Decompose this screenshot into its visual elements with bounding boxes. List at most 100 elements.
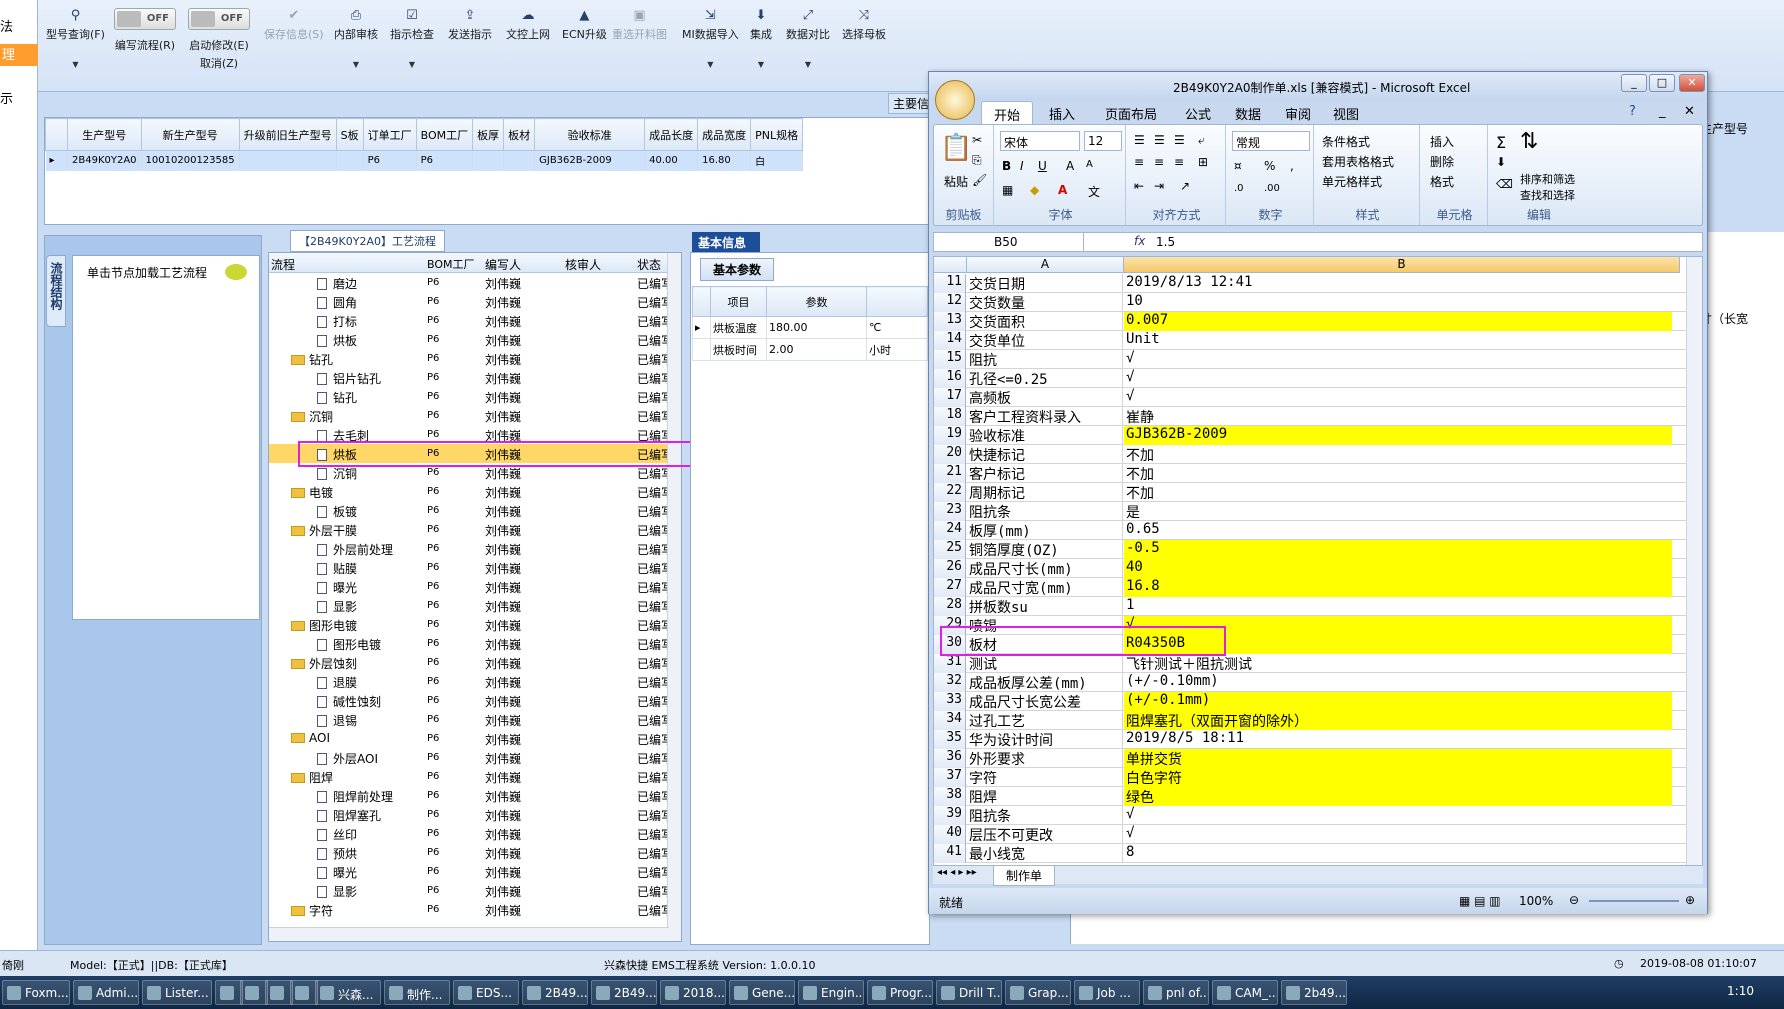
sheet-row[interactable]: 32 成品板厚公差(mm) (+/-0.10mm) <box>934 673 1694 692</box>
cell-a[interactable]: 外形要求 <box>967 749 1123 768</box>
tree-row[interactable]: 贴膜 P6 刘伟巍 已编写 <box>269 558 673 577</box>
insert-cells-button[interactable]: 插入 <box>1430 133 1454 150</box>
cell-a[interactable]: 阻抗条 <box>967 806 1123 825</box>
font-size-select[interactable]: 12 <box>1084 131 1122 151</box>
name-box[interactable]: B50 <box>934 233 1084 251</box>
sort-icon[interactable]: ⇅ <box>1520 129 1538 154</box>
tree-node[interactable]: 板镀 <box>317 503 357 520</box>
underline-button[interactable]: U <box>1038 159 1047 173</box>
chevron-down-icon[interactable]: ▼ <box>786 60 830 69</box>
integrate-button[interactable]: ⬇ 集成 ▼ <box>750 8 772 69</box>
row-number[interactable]: 17 <box>934 388 966 407</box>
cell-a[interactable]: 测试 <box>967 654 1123 673</box>
taskbar-button[interactable]: Engin... <box>798 980 864 1005</box>
cell-b[interactable]: 2019/8/5 18:11 <box>1124 730 1672 749</box>
tab-basic-info[interactable]: 基本信息 <box>692 232 760 252</box>
taskbar-button[interactable]: Drill T... <box>936 980 1002 1005</box>
cell-b[interactable]: √ <box>1124 388 1672 407</box>
send-instruction-button[interactable]: ⇪ 发送指示 <box>448 8 492 42</box>
row-number[interactable]: 20 <box>934 445 966 464</box>
cancel-button[interactable]: 取消(Z) <box>200 55 238 71</box>
row-number[interactable]: 34 <box>934 711 966 730</box>
table-row[interactable]: ▸ 2B49K0Y2A0 10010200123585 P6 P6 GJB362… <box>45 150 804 171</box>
format-painter-icon[interactable]: 🖌 <box>972 173 987 187</box>
tab-page-layout[interactable]: 页面布局 <box>1105 104 1157 123</box>
taskbar-button[interactable]: EDS... <box>453 980 519 1005</box>
cell-b[interactable]: 崔静 <box>1124 407 1672 426</box>
taskbar-button[interactable] <box>240 980 268 1005</box>
grid-header[interactable]: 验收标准 <box>534 118 646 151</box>
tree-row[interactable]: 显影 P6 刘伟巍 已编写 <box>269 881 673 900</box>
cell-b[interactable]: 不加 <box>1124 464 1672 483</box>
row-number[interactable]: 24 <box>934 521 966 540</box>
align-left-icon[interactable]: ≡ <box>1134 155 1144 169</box>
cell-b[interactable]: 飞针测试＋阻抗测试 <box>1124 654 1672 673</box>
phonetic-icon[interactable]: 文 <box>1088 183 1100 200</box>
ribbon-min-icon[interactable]: _ <box>1659 104 1666 119</box>
tree-node[interactable]: 圆角 <box>317 294 357 311</box>
mi-data-import-button[interactable]: ⇲ MI数据导入 ▼ <box>682 8 739 69</box>
table-row[interactable]: ▸ 烘板温度 180.00 ℃ <box>692 316 928 339</box>
cell-a[interactable]: 客户标记 <box>967 464 1123 483</box>
param-col-header[interactable] <box>866 286 928 317</box>
tree-row[interactable]: 圆角 P6 刘伟巍 已编写 <box>269 292 673 311</box>
tree-row[interactable]: 丝印 P6 刘伟巍 已编写 <box>269 824 673 843</box>
cell-b[interactable]: 绿色 <box>1124 787 1672 806</box>
left-nav-item-selected[interactable]: 理 <box>0 44 38 66</box>
taskbar-button[interactable]: 2B49... <box>522 980 588 1005</box>
cell-b[interactable]: 0.007 <box>1124 312 1672 331</box>
off-toggle[interactable]: OFF <box>188 8 250 30</box>
param-col-header[interactable]: 参数 <box>766 286 867 317</box>
tree-row[interactable]: 曝光 P6 刘伟巍 已编写 <box>269 862 673 881</box>
taskbar-button[interactable]: Gene... <box>729 980 795 1005</box>
taskbar-button[interactable]: 2018... <box>660 980 726 1005</box>
sheet-row[interactable]: 14 交货单位 Unit <box>934 331 1694 350</box>
align-right-icon[interactable]: ≡ <box>1174 155 1184 169</box>
sheet-row[interactable]: 35 华为设计时间 2019/8/5 18:11 <box>934 730 1694 749</box>
cell-b[interactable]: 8 <box>1124 844 1672 863</box>
sheet-row[interactable]: 21 客户标记 不加 <box>934 464 1694 483</box>
font-color-icon[interactable]: A <box>1058 183 1067 197</box>
sheet-vertical-scrollbar[interactable] <box>1686 257 1702 865</box>
grid-header[interactable]: 升级前旧生产型号 <box>238 118 337 151</box>
cut-icon[interactable]: ✂ <box>972 133 982 147</box>
row-number[interactable]: 19 <box>934 426 966 445</box>
tree-row[interactable]: 沉铜 P6 刘伟巍 已编写 <box>269 406 673 425</box>
taskbar-clock[interactable]: 1:10 <box>1727 984 1754 998</box>
sheet-row[interactable]: 33 成品尺寸长宽公差 (+/-0.1mm) <box>934 692 1694 711</box>
cell-b[interactable]: 16.8 <box>1124 578 1672 597</box>
tree-row[interactable]: 字符 P6 刘伟巍 已编写 <box>269 900 673 919</box>
chat-bubble-icon[interactable] <box>225 264 247 280</box>
row-number[interactable]: 39 <box>934 806 966 825</box>
cell-a[interactable]: 阻焊 <box>967 787 1123 806</box>
tree-node[interactable]: 阻焊塞孔 <box>317 807 381 824</box>
font-name-select[interactable]: 宋体 <box>1000 131 1080 151</box>
wrap-text-icon[interactable]: ⤶ <box>1198 133 1205 148</box>
cell-b[interactable]: √ <box>1124 350 1672 369</box>
align-bottom-icon[interactable]: ☰ <box>1174 133 1185 147</box>
sheet-row[interactable]: 18 客户工程资料录入 崔静 <box>934 407 1694 426</box>
tree-node[interactable]: 退锡 <box>317 712 357 729</box>
tree-horizontal-scrollbar[interactable] <box>269 927 669 941</box>
tree-row[interactable]: 烘板 P6 刘伟巍 已编写 <box>269 330 673 349</box>
merge-icon[interactable]: ⊞ <box>1198 155 1208 169</box>
view-buttons[interactable]: ▦ ▤ ▥ <box>1459 894 1501 908</box>
taskbar-button[interactable]: Grap... <box>1005 980 1071 1005</box>
cell-a[interactable]: 拼板数su <box>967 597 1123 616</box>
tree-row[interactable]: 电镀 P6 刘伟巍 已编写 <box>269 482 673 501</box>
help-icon[interactable]: ? <box>1629 104 1636 119</box>
cell-a[interactable]: 客户工程资料录入 <box>967 407 1123 426</box>
cell-b[interactable]: (+/-0.10mm) <box>1124 673 1672 692</box>
flow-structure-tab[interactable]: 流程结构 <box>46 255 66 327</box>
cell-a[interactable]: 成品板厚公差(mm) <box>967 673 1123 692</box>
grid-header[interactable]: PNL规格 <box>750 118 804 151</box>
cell-b[interactable]: 2019/8/13 12:41 <box>1124 274 1672 293</box>
internal-review-button[interactable]: ⎙ 内部审核 ▼ <box>334 8 378 69</box>
start-modify-toggle[interactable]: OFF 启动修改(E) 取消(Z) <box>188 8 250 71</box>
sheet-row[interactable]: 41 最小线宽 8 <box>934 844 1694 863</box>
cell-a[interactable]: 最小线宽 <box>967 844 1123 863</box>
row-number[interactable]: 25 <box>934 540 966 559</box>
taskbar-button[interactable]: Progr... <box>867 980 933 1005</box>
row-number[interactable]: 18 <box>934 407 966 426</box>
chevron-down-icon[interactable]: ▼ <box>334 60 378 69</box>
